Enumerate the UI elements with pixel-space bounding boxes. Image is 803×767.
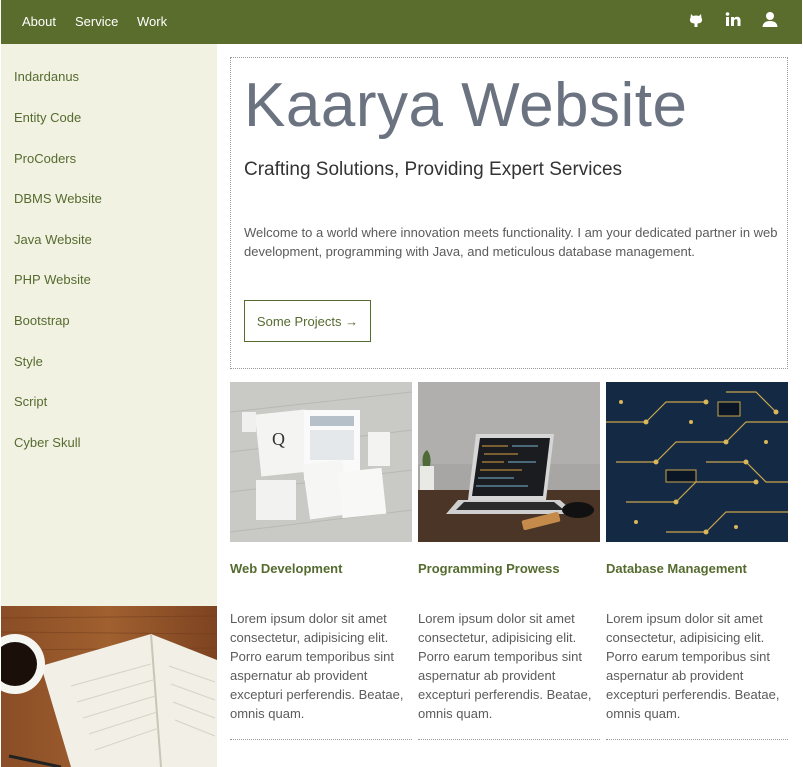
card-image-circuit-board: [606, 382, 788, 542]
github-icon[interactable]: [686, 10, 706, 30]
card-web-development: Q Web Development Lorem ipsum dolor sit …: [230, 382, 412, 740]
card-title: Web Development: [230, 561, 343, 576]
hero-section: Kaarya Website Crafting Solutions, Provi…: [230, 57, 788, 369]
card-title: Database Management: [606, 561, 747, 576]
svg-text:Q: Q: [272, 429, 285, 449]
sidebar-photo-desk: [1, 606, 217, 767]
top-navbar: About Service Work: [1, 0, 802, 44]
sidebar-item-indardanus[interactable]: Indardanus: [14, 69, 79, 84]
sidebar-item-style[interactable]: Style: [14, 354, 43, 369]
card-divider: [418, 739, 600, 740]
sidebar-item-dbms-website[interactable]: DBMS Website: [14, 191, 102, 206]
card-image-stationery: Q: [230, 382, 412, 542]
page-title: Kaarya Website: [244, 71, 688, 140]
card-database-management: Database Management Lorem ipsum dolor si…: [606, 382, 788, 740]
card-text: Lorem ipsum dolor sit amet consectetur, …: [606, 611, 780, 721]
card-title: Programming Prowess: [418, 561, 560, 576]
nav-link-work[interactable]: Work: [137, 14, 167, 29]
card-divider: [606, 739, 788, 740]
sidebar: Indardanus Entity Code ProCoders DBMS We…: [1, 44, 217, 606]
sidebar-item-cyber-skull[interactable]: Cyber Skull: [14, 435, 80, 450]
user-icon[interactable]: [760, 10, 780, 30]
card-divider: [230, 739, 412, 740]
sidebar-item-java-website[interactable]: Java Website: [14, 232, 92, 247]
hero-intro-text: Welcome to a world where innovation meet…: [244, 225, 778, 259]
sidebar-item-procoders[interactable]: ProCoders: [14, 151, 76, 166]
card-text: Lorem ipsum dolor sit amet consectetur, …: [230, 611, 404, 721]
card-programming-prowess: Programming Prowess Lorem ipsum dolor si…: [418, 382, 600, 740]
sidebar-item-bootstrap[interactable]: Bootstrap: [14, 313, 70, 328]
nav-link-service[interactable]: Service: [75, 14, 118, 29]
sidebar-item-script[interactable]: Script: [14, 394, 47, 409]
some-projects-button[interactable]: Some Projects →: [244, 300, 371, 342]
sidebar-item-entity-code[interactable]: Entity Code: [14, 110, 81, 125]
nav-link-about[interactable]: About: [22, 14, 56, 29]
card-text: Lorem ipsum dolor sit amet consectetur, …: [418, 611, 592, 721]
sidebar-item-php-website[interactable]: PHP Website: [14, 272, 91, 287]
hero-subtitle: Crafting Solutions, Providing Expert Ser…: [244, 159, 623, 180]
linkedin-icon[interactable]: [724, 10, 744, 30]
card-image-laptop: [418, 382, 600, 542]
